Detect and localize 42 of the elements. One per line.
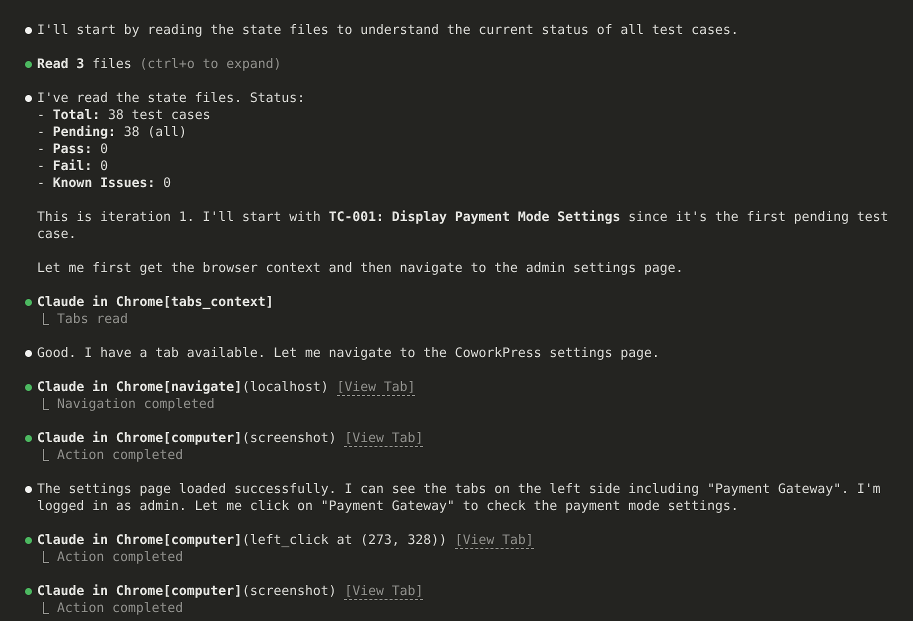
tool-status-dot-icon bbox=[25, 537, 32, 544]
message-text: I'll start by reading the state files to understand the current status of all test cases. bbox=[37, 22, 740, 39]
list-item: - Pass: 0 bbox=[37, 141, 109, 158]
tool-status-dot-icon bbox=[25, 435, 32, 442]
tool-result-text: Tabs read bbox=[57, 311, 128, 328]
list-item: - Total: 38 test cases bbox=[37, 107, 212, 124]
tool-call-title: Claude in Chrome[tabs_context] bbox=[37, 294, 274, 311]
tool-result-text: Action completed bbox=[57, 600, 184, 617]
tool-result-text: Action completed bbox=[57, 447, 184, 464]
tool-status-dot-icon bbox=[25, 61, 32, 68]
corner-icon bbox=[43, 602, 49, 614]
tool-call-title: Read 3 files bbox=[37, 56, 132, 73]
view-tab-link[interactable]: [View Tab] bbox=[344, 432, 424, 447]
expand-hint: (ctrl+o to expand) bbox=[140, 56, 282, 73]
message-dot-icon bbox=[25, 27, 32, 34]
tool-call-title: Claude in Chrome[computer](screenshot) bbox=[37, 430, 337, 447]
corner-icon bbox=[43, 550, 49, 562]
tool-status-dot-icon bbox=[25, 384, 32, 391]
tool-status-dot-icon bbox=[25, 299, 32, 306]
message-text: This is iteration 1. I'll start with TC-001: Display Payment Mode Settings since it's the first pending test case. bbox=[37, 209, 890, 243]
tool-status-dot-icon bbox=[25, 588, 32, 595]
view-tab-link[interactable]: [View Tab] bbox=[454, 534, 534, 549]
view-tab-link[interactable]: [View Tab] bbox=[336, 381, 416, 396]
list-item: - Pending: 38 (all) bbox=[37, 124, 188, 141]
tool-call-title: Claude in Chrome[computer](screenshot) bbox=[37, 583, 337, 600]
corner-icon bbox=[43, 398, 49, 410]
message-text: Good. I have a tab available. Let me navigate to the CoworkPress settings page. bbox=[37, 345, 661, 362]
tool-call-title: Claude in Chrome[navigate](localhost) bbox=[37, 379, 329, 396]
corner-icon bbox=[43, 312, 49, 324]
list-item: - Fail: 0 bbox=[37, 158, 109, 175]
message-dot-icon bbox=[25, 350, 32, 357]
message-text: The settings page loaded successfully. I can see the tabs on the left side including "Payment Gateway". I'm logged in as admin. Let me click on "Payment Gateway" to check the payment mode settings. bbox=[37, 481, 882, 515]
corner-icon bbox=[43, 448, 49, 460]
message-text: Let me first get the browser context and then navigate to the admin settings page. bbox=[37, 260, 684, 277]
tool-call-title: Claude in Chrome[computer](left_click at (273, 328)) bbox=[37, 532, 447, 549]
view-tab-link[interactable]: [View Tab] bbox=[344, 585, 424, 600]
list-item: - Known Issues: 0 bbox=[37, 175, 172, 192]
tool-result-text: Navigation completed bbox=[57, 396, 215, 413]
tool-result-text: Action completed bbox=[57, 549, 184, 566]
message-dot-icon bbox=[25, 95, 32, 102]
message-dot-icon bbox=[25, 486, 32, 493]
message-text: I've read the state files. Status: bbox=[37, 90, 306, 107]
